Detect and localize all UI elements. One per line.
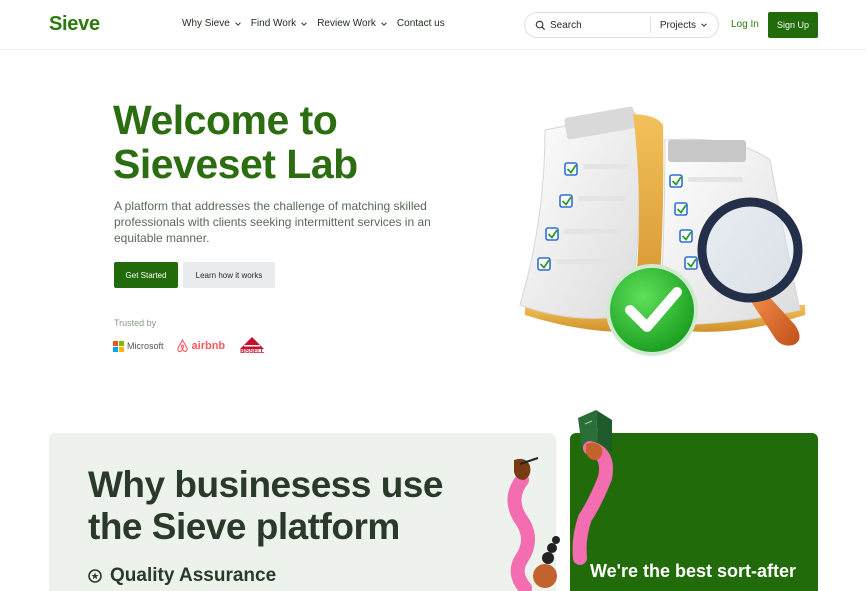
bissell-logo: BISSELL bbox=[237, 337, 267, 355]
trusted-by-label: Trusted by bbox=[114, 318, 157, 328]
bissell-logo-text: BISSELL bbox=[240, 349, 265, 355]
menu-item-label: Contact us bbox=[396, 18, 445, 29]
checklist-illustration bbox=[519, 106, 805, 356]
login-link[interactable]: Log In bbox=[731, 19, 759, 30]
menu-item-find-work[interactable]: Find Work bbox=[251, 18, 308, 29]
hero-title-line1: Welcome to bbox=[113, 97, 338, 143]
microsoft-logo-text: Microsoft bbox=[127, 341, 164, 351]
green-card-text: We're the best sort-after bbox=[590, 561, 796, 581]
hero-title: Welcome to Sieveset Lab bbox=[113, 98, 493, 186]
site-logo[interactable]: Sieve bbox=[49, 13, 100, 36]
check-badge-icon bbox=[606, 264, 698, 356]
trusted-logos: Microsoft airbnb BISSELL bbox=[113, 334, 267, 358]
menu-item-label: Review Work bbox=[317, 18, 376, 29]
search-icon bbox=[535, 20, 546, 30]
main-menu: Why Sieve Find Work Review Work Contact … bbox=[182, 18, 454, 29]
search-input[interactable]: Search bbox=[550, 20, 650, 31]
search-scope-label: Projects bbox=[659, 19, 696, 31]
chevron-down-icon bbox=[235, 21, 241, 26]
section-title-line2: the Sieve platform bbox=[88, 506, 400, 547]
hero-title-line2: Sieveset Lab bbox=[113, 141, 358, 187]
person-reading-illustration bbox=[507, 410, 613, 591]
get-started-button[interactable]: Get Started bbox=[114, 262, 178, 288]
menu-item-why-sieve[interactable]: Why Sieve bbox=[182, 18, 242, 29]
chevron-down-icon bbox=[301, 21, 307, 26]
menu-item-review-work[interactable]: Review Work bbox=[317, 18, 388, 29]
airbnb-icon bbox=[176, 339, 188, 353]
hero-subtitle: A platform that addresses the challenge … bbox=[114, 199, 431, 245]
microsoft-grid-icon bbox=[113, 340, 124, 352]
search-scope-dropdown[interactable]: Projects bbox=[660, 20, 708, 31]
learn-how-button[interactable]: Learn how it works bbox=[183, 262, 275, 288]
search-bar[interactable]: Search Projects bbox=[524, 12, 719, 38]
microsoft-logo: Microsoft bbox=[113, 340, 164, 352]
section-title: Why businesess use the Sieve platform bbox=[88, 464, 508, 548]
menu-item-contact-us[interactable]: Contact us bbox=[397, 18, 445, 29]
star-badge-icon bbox=[88, 569, 102, 583]
menu-item-label: Find Work bbox=[250, 18, 297, 29]
airbnb-logo: airbnb bbox=[176, 339, 226, 353]
menu-item-label: Why Sieve bbox=[182, 18, 230, 29]
section-title-line1: Why businesess use bbox=[88, 464, 443, 505]
airbnb-logo-text: airbnb bbox=[191, 340, 226, 352]
feature-quality-assurance: Quality Assurance bbox=[88, 565, 276, 587]
top-navbar: Sieve Why Sieve Find Work Review Work Co… bbox=[0, 0, 866, 50]
search-divider bbox=[649, 17, 651, 33]
chevron-down-icon bbox=[381, 21, 387, 26]
chevron-down-icon bbox=[701, 23, 707, 27]
signup-button[interactable]: Sign Up bbox=[768, 12, 818, 38]
bissell-triangle-icon bbox=[240, 337, 265, 349]
feature-label: Quality Assurance bbox=[110, 565, 277, 586]
